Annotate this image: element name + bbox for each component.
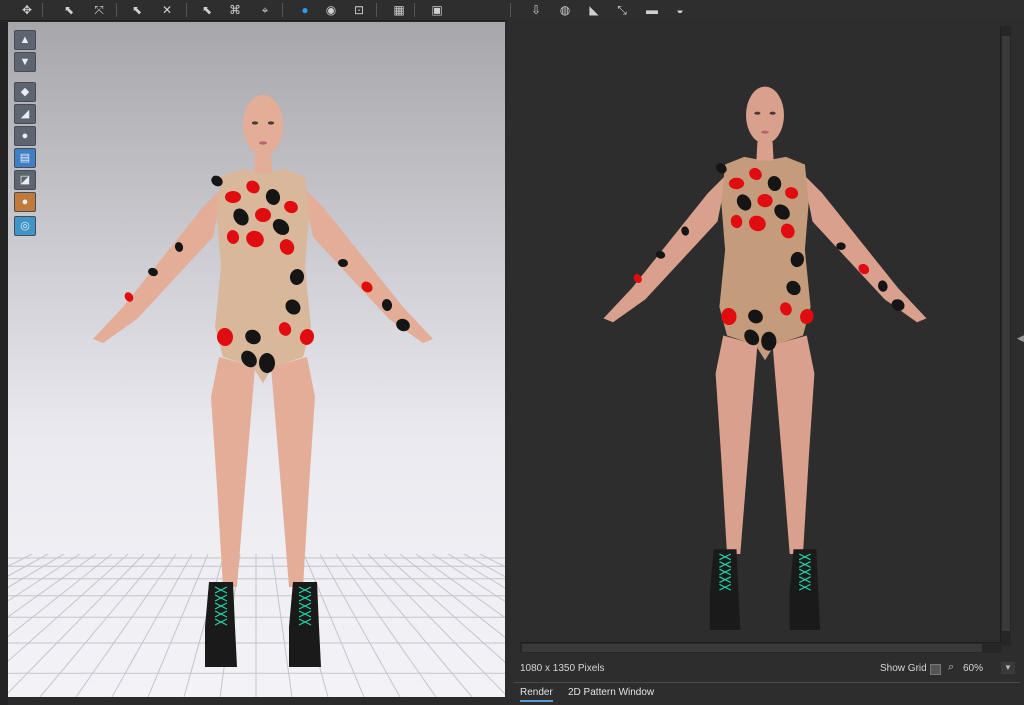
right-eye <box>267 121 275 125</box>
neck <box>254 153 272 173</box>
vertical-scrollbar[interactable] <box>1000 26 1011 646</box>
right-boot <box>789 549 821 630</box>
tab-2d-pattern-window[interactable]: 2D Pattern Window <box>568 687 654 698</box>
pin-icon[interactable]: ⌖ <box>256 2 274 18</box>
3d-viewport[interactable]: ▲ ▼ ◆ ◢ ● ▤ ◪ ● ◎ <box>8 22 505 697</box>
neck <box>756 141 774 161</box>
globe-icon[interactable]: ◎ <box>14 216 36 236</box>
leopard-spot <box>225 191 241 203</box>
stress-map-icon[interactable]: ◢ <box>14 104 36 124</box>
simulation-icon[interactable]: ● <box>296 2 314 18</box>
left-leg <box>715 335 758 554</box>
camera-view-icon[interactable]: ◪ <box>14 170 36 190</box>
avatar-figure[interactable] <box>8 22 505 697</box>
toolbar-separator <box>414 3 415 17</box>
left-eye <box>754 111 761 115</box>
show-grid-checkbox[interactable] <box>930 664 941 675</box>
zoom-icon: ⌕ <box>948 661 955 673</box>
left-arm <box>603 174 727 323</box>
left-arm <box>93 187 223 343</box>
left-boot <box>205 582 237 667</box>
toolbar-separator <box>376 3 377 17</box>
measure-icon[interactable]: ⇩ <box>527 2 545 18</box>
arrow-tool-icon[interactable]: ⤡ <box>613 2 631 18</box>
texture-display-icon[interactable]: ◆ <box>14 82 36 102</box>
left-boot <box>709 549 741 630</box>
right-eye <box>769 111 776 115</box>
toolbar-separator <box>116 3 117 17</box>
toolbar-separator <box>42 3 43 17</box>
show-grid-label: Show Grid <box>880 663 927 674</box>
mouth <box>761 130 769 134</box>
toolbar-separator <box>510 3 511 17</box>
fold-icon[interactable]: ⬉ <box>198 2 216 18</box>
tack-icon[interactable]: ⌘ <box>226 2 244 18</box>
expand-arrow-icon[interactable]: ◀ <box>1017 333 1024 344</box>
right-leg <box>772 335 815 554</box>
render-canvas[interactable] <box>508 20 998 640</box>
toolbar-separator <box>186 3 187 17</box>
zoom-dropdown-icon[interactable]: ▼ <box>1001 662 1015 674</box>
buttonhole-icon[interactable]: ⊡ <box>350 2 368 18</box>
right-boot <box>289 582 321 667</box>
mouth <box>259 141 267 145</box>
texture-icon[interactable]: ▦ <box>390 2 408 18</box>
camera-icon[interactable]: ▬ <box>643 2 661 18</box>
avatar-pose-icon[interactable]: ● <box>14 126 36 146</box>
right-arm <box>303 187 433 343</box>
light-icon[interactable]: ◣ <box>585 2 603 18</box>
render-resolution: 1080 x 1350 Pixels <box>520 663 605 674</box>
render-panel: 1080 x 1350 Pixels Show Grid ⌕ 60% ▼ Ren… <box>508 20 1024 705</box>
sewing-icon[interactable]: ✕ <box>158 2 176 18</box>
head <box>243 95 283 155</box>
horizontal-scrollbar[interactable] <box>520 642 1002 653</box>
left-leg <box>211 357 255 587</box>
toolbar-separator <box>282 3 283 17</box>
vertical-scroll-thumb[interactable] <box>1002 36 1010 631</box>
render-view-icon[interactable]: ▤ <box>14 148 36 168</box>
avatar-display-icon[interactable]: ▲ <box>14 30 36 50</box>
render-tabs: Render 2D Pattern Window <box>508 683 1024 705</box>
dome-light-icon[interactable]: ◒ <box>671 2 689 18</box>
head <box>746 86 784 144</box>
main-toolbar: ✥ ⬉ ⤧ ⬉ ✕ ⬉ ⌘ ⌖ ● ◉ ⊡ ▦ ▣ ⇩ ◍ ◣ ⤡ ▬ ◒ <box>0 0 1024 21</box>
button-tool-icon[interactable]: ◉ <box>322 2 340 18</box>
segment-icon[interactable]: ⬉ <box>128 2 146 18</box>
avatar-measure-icon[interactable]: ◍ <box>556 2 574 18</box>
leopard-spot <box>728 177 745 190</box>
avatar-skin-icon[interactable]: ● <box>14 192 36 212</box>
horizontal-scroll-thumb[interactable] <box>522 644 982 652</box>
rendered-avatar-figure <box>603 86 927 630</box>
select-move-icon[interactable]: ✥ <box>18 2 36 18</box>
tab-render[interactable]: Render <box>520 687 553 702</box>
zoom-level[interactable]: 60% <box>963 663 983 674</box>
garment-display-icon[interactable]: ▼ <box>14 52 36 72</box>
right-leg <box>271 357 315 587</box>
left-edge-panel <box>0 22 8 705</box>
edit-pattern-icon[interactable]: ⬉ <box>60 2 78 18</box>
right-arm <box>803 174 927 323</box>
render-status-bar: 1080 x 1350 Pixels Show Grid ⌕ 60% ▼ <box>508 660 1024 680</box>
transform-pattern-icon[interactable]: ⤧ <box>90 2 108 18</box>
left-eye <box>251 121 259 125</box>
graphic-icon[interactable]: ▣ <box>428 2 446 18</box>
